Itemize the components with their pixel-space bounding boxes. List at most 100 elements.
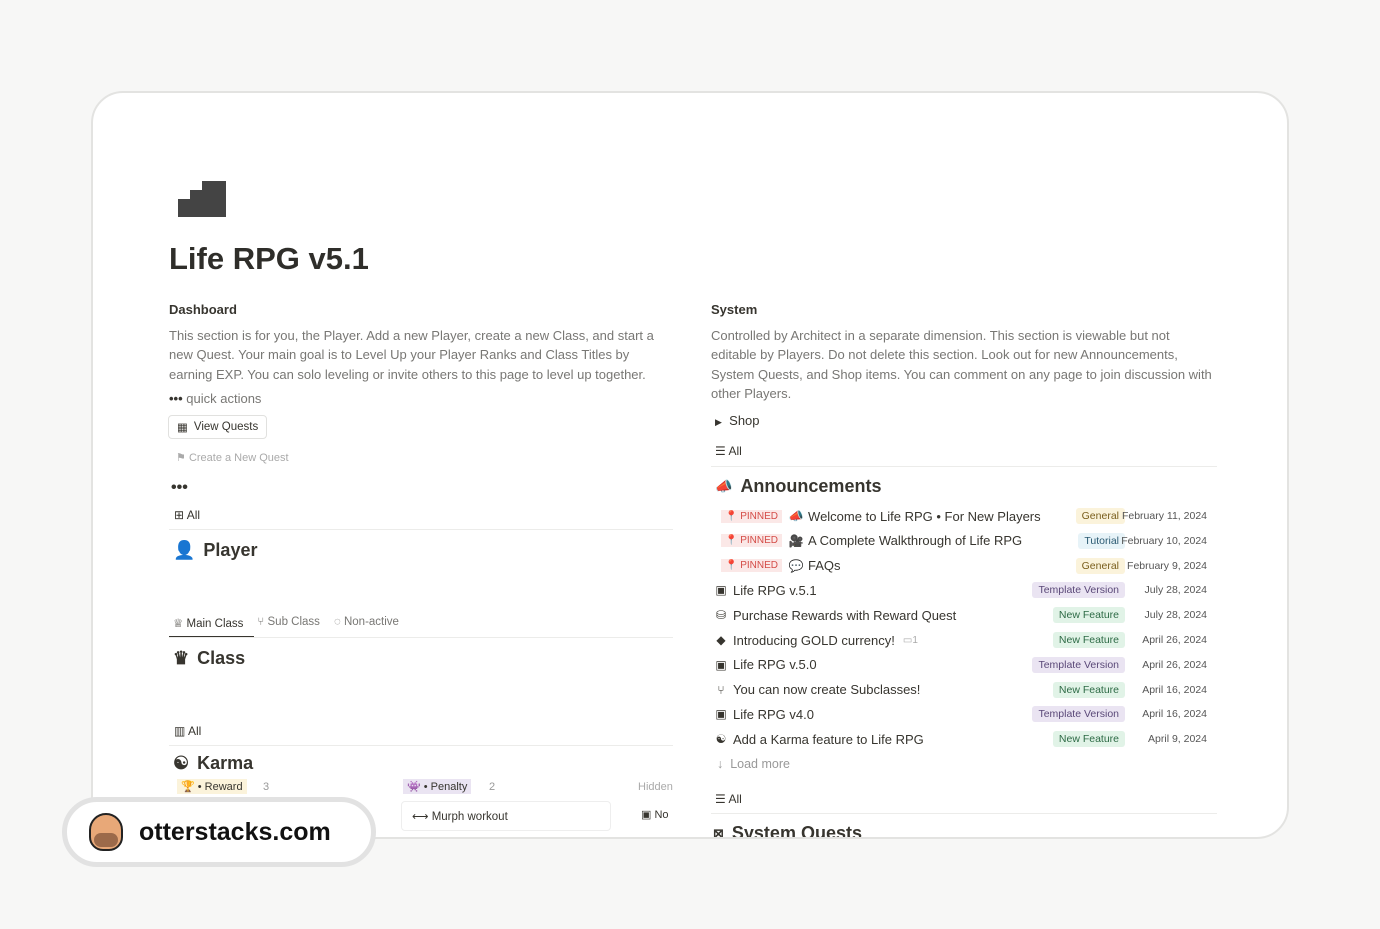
announcement-title: FAQs (808, 558, 841, 574)
announcement-row[interactable]: ⛁ Purchase Rewards with Reward Quest New F… (713, 603, 1207, 627)
announcement-row[interactable]: ▣ Life RPG v.5.1 Template Version July 28, … (713, 578, 1207, 602)
category-tag: General (1075, 557, 1125, 574)
announcement-date: April 16, 2024 (1142, 683, 1207, 696)
category-tag: New Feature (1052, 607, 1125, 624)
announcements-heading-text: Announcements (740, 476, 882, 496)
shop-label: Shop (729, 413, 760, 428)
murph-workout-card[interactable]: ⟷ Murph workout (401, 801, 611, 831)
announcement-title: You can now create Subclasses! (733, 682, 921, 698)
view-all-tab[interactable]: ⊞ All (174, 508, 200, 522)
tab-non-active[interactable]: ◌ Non-active (334, 616, 399, 630)
yin-yang-icon: ☯ (173, 753, 190, 773)
gallery-icon: ⊞ (174, 508, 185, 522)
category-tag: New Feature (1052, 681, 1125, 698)
karma-heading: ☯ Karma (173, 753, 253, 774)
more-icon[interactable]: ••• (171, 479, 188, 497)
murph-workout-label: Murph workout (431, 811, 508, 823)
penalty-label: • Penalty (423, 781, 468, 793)
announcement-title: Life RPG v.5.0 (733, 657, 817, 673)
announcement-row[interactable]: 📍 PINNED 📣 Welcome to Life RPG • For New P… (721, 504, 1207, 528)
category-tag: Template Version (1032, 656, 1125, 673)
otter-logo (89, 813, 123, 851)
announcement-date: April 26, 2024 (1142, 634, 1207, 646)
tab-main-class[interactable]: ♕ Main Class (173, 616, 243, 630)
list-icon: ☰ (715, 444, 726, 458)
dashboard-description: This section is for you, the Player. Add… (169, 328, 654, 382)
announcement-date: April 9, 2024 (1148, 733, 1207, 746)
trophy-icon: 🏆 (181, 781, 195, 793)
gem-icon: ◆ (716, 633, 726, 647)
watermark-badge: otterstacks.com (62, 797, 376, 867)
reward-group[interactable]: 🏆 • Reward (177, 779, 247, 794)
person-icon: 👤 (173, 540, 196, 560)
announcement-title: Life RPG v4.0 (733, 706, 814, 722)
announcement-row[interactable]: ▣ Life RPG v4.0 Template Version April 16, … (713, 702, 1207, 726)
announcement-row[interactable]: 📍 PINNED 🎥 A Complete Walkthrough of Life … (721, 529, 1207, 553)
player-heading: 👤 Player (173, 540, 257, 561)
announcement-row[interactable]: 📍 PINNED 💬 FAQs General February 9, 2024 (721, 554, 1207, 578)
announcement-row[interactable]: ◆ Introducing GOLD currency! ▭1 New Feature… (713, 628, 1207, 652)
megaphone-icon: 📣 (715, 478, 733, 494)
money-icon: ⛁ (715, 608, 727, 623)
dashboard-heading: Dashboard (169, 302, 237, 317)
page-title: Life RPG v5.1 (169, 241, 369, 276)
class-heading-text: Class (197, 648, 246, 668)
penalty-count: 2 (489, 781, 496, 793)
view-all-tab-3[interactable]: ☰ All (715, 444, 742, 458)
system-quests-heading: ⊠ System Quests (713, 823, 862, 837)
dumbbell-icon: ⟷ (412, 811, 429, 823)
divider (711, 813, 1217, 814)
create-quest-button[interactable]: ⚑ Create a New Quest (176, 451, 289, 464)
tab-sub-class[interactable]: ⑂ Sub Class (257, 616, 320, 630)
announcement-row[interactable]: ▣ Life RPG v.5.0 Template Version April 26,… (713, 653, 1207, 677)
comment-icon: ▭1 (902, 634, 918, 646)
shop-toggle[interactable]: ▶ Shop (715, 413, 760, 428)
view-quests-label: View Quests (193, 421, 259, 433)
pinned-badge: 📍 PINNED (721, 534, 783, 548)
announcement-title: Introducing GOLD currency! (733, 632, 895, 648)
announcement-row[interactable]: ☯ Add a Karma feature to Life RPG New Feat… (713, 727, 1207, 751)
view-quests-button[interactable]: ▦ View Quests (168, 415, 268, 439)
load-more-label: Load more (730, 757, 790, 771)
quick-actions: ••• quick actions (169, 391, 262, 406)
category-tag: General (1075, 508, 1125, 524)
video-camera-icon: 🎥 (788, 533, 804, 548)
quick-actions-label: quick actions (186, 391, 262, 406)
hidden-group[interactable]: Hidden (638, 781, 673, 793)
divider (169, 637, 673, 638)
player-heading-text: Player (203, 540, 258, 560)
stairs-icon (178, 181, 226, 217)
announcements-heading: 📣 Announcements (715, 476, 881, 497)
grid-icon: ▦ (177, 422, 188, 434)
load-more-button[interactable]: ↓ Load more (717, 757, 790, 771)
category-tag: New Feature (1052, 632, 1125, 648)
yin-yang-icon: ☯ (715, 732, 727, 747)
announcement-row[interactable]: ⑂ You can now create Subclasses! New Featu… (713, 678, 1207, 702)
inbox-icon: ▣ (641, 809, 652, 821)
view-all-tab-4[interactable]: ☰ All (715, 792, 742, 806)
pinned-badge: 📍 PINNED (721, 509, 783, 523)
flag-icon: ⚑ (176, 452, 186, 464)
page-card: Life RPG v5.1 Dashboard This section is … (91, 91, 1289, 839)
announcement-date: July 28, 2024 (1144, 609, 1207, 622)
class-heading: ♛ Class (173, 648, 245, 669)
all-label: All (186, 508, 201, 522)
announcement-date: April 16, 2024 (1142, 708, 1207, 721)
category-tag: New Feature (1052, 731, 1125, 748)
chip-icon: ▣ (715, 657, 727, 672)
penalty-group[interactable]: 👾 • Penalty (403, 779, 472, 794)
chat-bubbles-icon: 💬 (788, 558, 804, 573)
watermark-text: otterstacks.com (139, 817, 331, 846)
list-icon: ☰ (715, 792, 726, 806)
divider (169, 529, 673, 530)
chip-icon: ▣ (715, 583, 727, 598)
divider (711, 466, 1217, 467)
category-tag: Template Version (1032, 706, 1125, 723)
chip-icon: ▣ (715, 707, 727, 722)
pinned-badge: 📍 PINNED (721, 559, 783, 573)
view-all-tab-2[interactable]: ▥ All (174, 724, 201, 738)
all-label: All (728, 444, 742, 458)
reward-label: • Reward (197, 781, 243, 793)
announcement-date: February 9, 2024 (1127, 559, 1207, 572)
no-card[interactable]: ▣ No (641, 808, 669, 821)
